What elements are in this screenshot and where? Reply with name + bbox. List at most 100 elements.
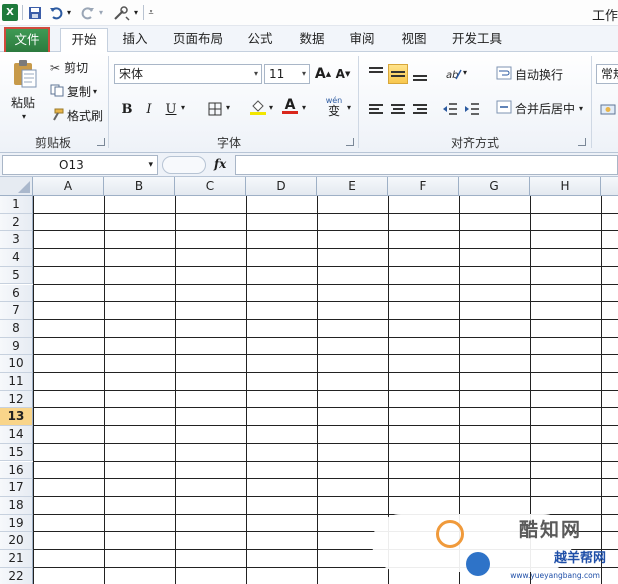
tools-dropdown-icon[interactable]: ▾	[132, 4, 140, 21]
merge-center-button[interactable]: 合并后居中 ▾	[496, 100, 583, 117]
tab-file[interactable]: 文件	[4, 27, 50, 52]
format-painter-button[interactable]: 格式刷	[50, 107, 103, 124]
orientation-icon[interactable]: ab	[444, 64, 464, 84]
row-header-22[interactable]: 22	[0, 567, 33, 584]
font-size-combo[interactable]: 11 ▾	[264, 64, 310, 84]
row-header-21[interactable]: 21	[0, 550, 33, 568]
column-header-h[interactable]: H	[530, 177, 601, 196]
column-header-a[interactable]: A	[33, 177, 104, 196]
customize-qat-icon[interactable]: ⩡	[146, 4, 156, 21]
gridline-horizontal	[33, 248, 618, 250]
column-header-d[interactable]: D	[246, 177, 317, 196]
row-header-2[interactable]: 2	[0, 213, 33, 232]
increase-indent-icon[interactable]	[462, 99, 482, 119]
row-header-20[interactable]: 20	[0, 532, 33, 550]
undo-dropdown-icon[interactable]: ▾	[65, 4, 73, 21]
font-launcher-icon[interactable]	[346, 138, 354, 146]
tools-icon[interactable]	[110, 4, 132, 21]
copy-dropdown-icon[interactable]: ▾	[93, 87, 97, 96]
undo-icon[interactable]	[48, 4, 64, 21]
column-header-f[interactable]: F	[388, 177, 459, 196]
row-header-13[interactable]: 13	[0, 408, 33, 427]
align-right-icon[interactable]	[410, 99, 430, 119]
row-header-3[interactable]: 3	[0, 231, 33, 250]
redo-icon[interactable]	[80, 4, 96, 21]
orientation-dropdown-icon[interactable]: ▾	[463, 68, 467, 77]
align-bottom-icon[interactable]	[410, 64, 430, 84]
row-header-9[interactable]: 9	[0, 337, 33, 356]
borders-dropdown-icon[interactable]: ▾	[226, 103, 230, 112]
phonetic-icon[interactable]: wén 变	[322, 96, 346, 117]
font-size-dropdown-icon[interactable]: ▾	[302, 65, 306, 83]
row-header-6[interactable]: 6	[0, 284, 33, 303]
tab-review[interactable]: 审阅	[342, 28, 382, 52]
paste-dropdown-icon[interactable]: ▾	[22, 112, 26, 121]
cut-button[interactable]: ✂ 剪切	[50, 59, 88, 76]
align-center-icon[interactable]	[388, 99, 408, 119]
alignment-launcher-icon[interactable]	[578, 138, 586, 146]
accounting-format-icon[interactable]	[598, 99, 618, 119]
column-header-c[interactable]: C	[175, 177, 246, 196]
row-header-12[interactable]: 12	[0, 390, 33, 409]
column-header-g[interactable]: G	[459, 177, 530, 196]
row-header-8[interactable]: 8	[0, 319, 33, 338]
row-header-4[interactable]: 4	[0, 249, 33, 267]
tab-formulas[interactable]: 公式	[240, 28, 280, 52]
shrink-font-icon[interactable]: A ▼	[333, 64, 353, 84]
copy-button[interactable]: 复制 ▾	[50, 83, 97, 100]
tab-page-layout[interactable]: 页面布局	[168, 28, 228, 52]
save-icon[interactable]	[27, 4, 43, 21]
bold-icon[interactable]: B	[117, 99, 137, 119]
grow-font-icon[interactable]: A ▲	[313, 64, 333, 84]
font-name-combo[interactable]: 宋体 ▾	[114, 64, 262, 84]
excel-app-icon[interactable]: X	[2, 4, 18, 21]
column-header-b[interactable]: B	[104, 177, 175, 196]
align-top-icon[interactable]	[366, 64, 386, 84]
clipboard-launcher-icon[interactable]	[97, 138, 105, 146]
redo-dropdown-icon[interactable]: ▾	[97, 4, 105, 21]
tab-developer[interactable]: 开发工具	[446, 28, 508, 52]
paste-icon[interactable]	[10, 58, 40, 90]
column-header-partial[interactable]	[601, 177, 618, 196]
tab-view[interactable]: 视图	[394, 28, 434, 52]
row-header-5[interactable]: 5	[0, 266, 33, 285]
paste-button[interactable]: 粘贴	[11, 94, 35, 111]
row-header-7[interactable]: 7	[0, 302, 33, 320]
row-header-15[interactable]: 15	[0, 443, 33, 462]
formula-bar-resize-handle[interactable]	[162, 156, 206, 174]
phonetic-dropdown-icon[interactable]: ▾	[347, 103, 351, 112]
fill-color-dropdown-icon[interactable]: ▾	[269, 103, 273, 112]
font-color-icon[interactable]: A	[280, 96, 300, 116]
select-all-corner[interactable]	[0, 177, 33, 196]
row-header-10[interactable]: 10	[0, 355, 33, 373]
align-left-icon[interactable]	[366, 99, 386, 119]
name-box-dropdown-icon[interactable]: ▾	[148, 156, 153, 174]
fill-color-icon[interactable]	[248, 97, 268, 117]
insert-function-icon[interactable]: fx	[214, 157, 226, 171]
row-header-1[interactable]: 1	[0, 196, 33, 214]
row-header-11[interactable]: 11	[0, 373, 33, 391]
row-header-14[interactable]: 14	[0, 426, 33, 444]
underline-dropdown-icon[interactable]: ▾	[181, 103, 185, 112]
formula-input[interactable]	[235, 155, 618, 175]
row-header-18[interactable]: 18	[0, 496, 33, 515]
decrease-indent-icon[interactable]	[440, 99, 460, 119]
qat-separator	[22, 5, 23, 20]
column-header-e[interactable]: E	[317, 177, 388, 196]
tab-insert[interactable]: 插入	[116, 28, 154, 52]
name-box[interactable]: O13 ▾	[2, 155, 158, 175]
row-header-17[interactable]: 17	[0, 479, 33, 497]
row-header-16[interactable]: 16	[0, 461, 33, 480]
font-color-dropdown-icon[interactable]: ▾	[302, 103, 306, 112]
wrap-text-button[interactable]: 自动换行	[496, 66, 563, 83]
italic-icon[interactable]: I	[139, 99, 159, 119]
tab-data[interactable]: 数据	[292, 28, 332, 52]
merge-center-dropdown-icon[interactable]: ▾	[579, 104, 583, 113]
borders-icon[interactable]	[205, 99, 225, 119]
align-middle-icon[interactable]	[388, 64, 408, 84]
font-name-dropdown-icon[interactable]: ▾	[254, 65, 258, 83]
tab-home[interactable]: 开始	[60, 28, 108, 53]
row-header-19[interactable]: 19	[0, 514, 33, 533]
underline-icon[interactable]: U	[161, 99, 181, 119]
number-format-combo[interactable]: 常规	[596, 64, 618, 84]
